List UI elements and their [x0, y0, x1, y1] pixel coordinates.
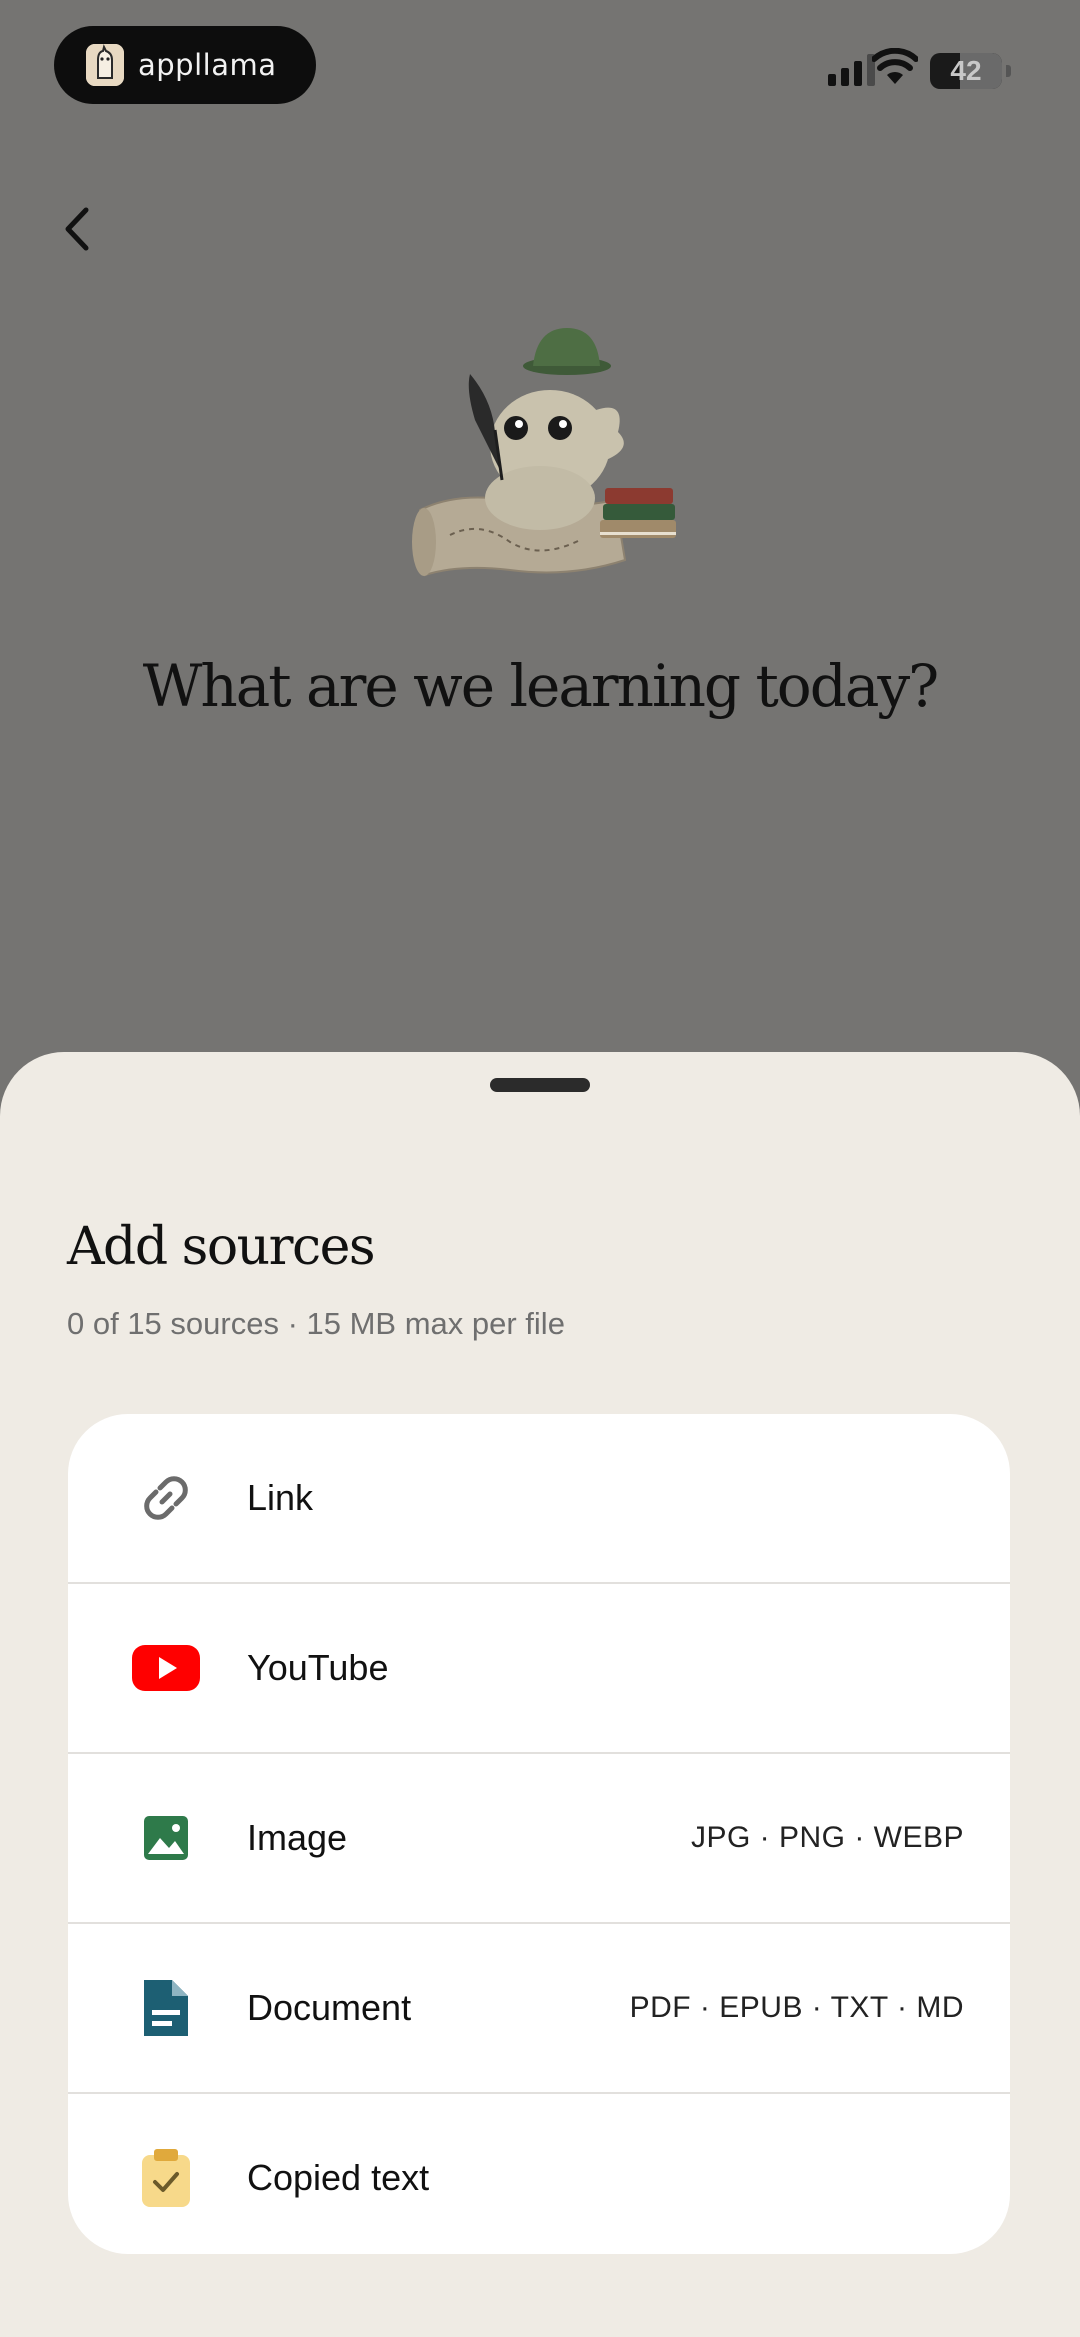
battery-level: 42	[950, 55, 982, 86]
sheet-drag-handle[interactable]	[490, 1078, 590, 1092]
source-option-image[interactable]: Image JPG · PNG · WEBP	[68, 1752, 1010, 1922]
wifi-icon	[871, 47, 919, 91]
llama-logo-icon	[86, 44, 124, 86]
cellular-signal-icon	[828, 54, 875, 86]
source-option-youtube[interactable]: YouTube	[68, 1582, 1010, 1752]
clipboard-icon	[132, 2144, 200, 2212]
mascot-illustration	[400, 320, 690, 600]
option-label: Document	[247, 1987, 412, 2028]
option-label: YouTube	[247, 1647, 389, 1688]
youtube-icon	[132, 1634, 200, 1702]
sheet-title: Add sources	[67, 1217, 376, 1277]
sources-limit-text: 0 of 15 sources · 15 MB max per file	[67, 1306, 565, 1341]
hero-title: What are we learning today?	[142, 652, 940, 720]
option-label: Copied text	[247, 2157, 430, 2198]
source-option-document[interactable]: Document PDF · EPUB · TXT · MD	[68, 1922, 1010, 2092]
app-name: appllama	[138, 48, 277, 82]
status-indicators: 42	[780, 47, 1080, 92]
document-icon	[132, 1974, 200, 2042]
source-option-copied-text[interactable]: Copied text	[68, 2092, 1010, 2254]
source-options-list: Link YouTube Image JPG · PNG · WEBP Docu…	[68, 1414, 1010, 2254]
battery-icon: 42	[930, 53, 1002, 89]
back-button[interactable]	[58, 202, 98, 256]
app-badge[interactable]: appllama	[54, 26, 316, 104]
chevron-left-icon	[65, 207, 89, 251]
link-icon	[132, 1464, 200, 1532]
option-hint: JPG · PNG · WEBP	[690, 1821, 964, 1854]
image-icon	[132, 1804, 200, 1872]
option-label: Link	[247, 1477, 314, 1518]
option-hint: PDF · EPUB · TXT · MD	[629, 1991, 964, 2024]
option-label: Image	[247, 1817, 348, 1858]
add-sources-sheet: Add sources 0 of 15 sources · 15 MB max …	[0, 1052, 1080, 2337]
source-option-link[interactable]: Link	[68, 1414, 1010, 1582]
